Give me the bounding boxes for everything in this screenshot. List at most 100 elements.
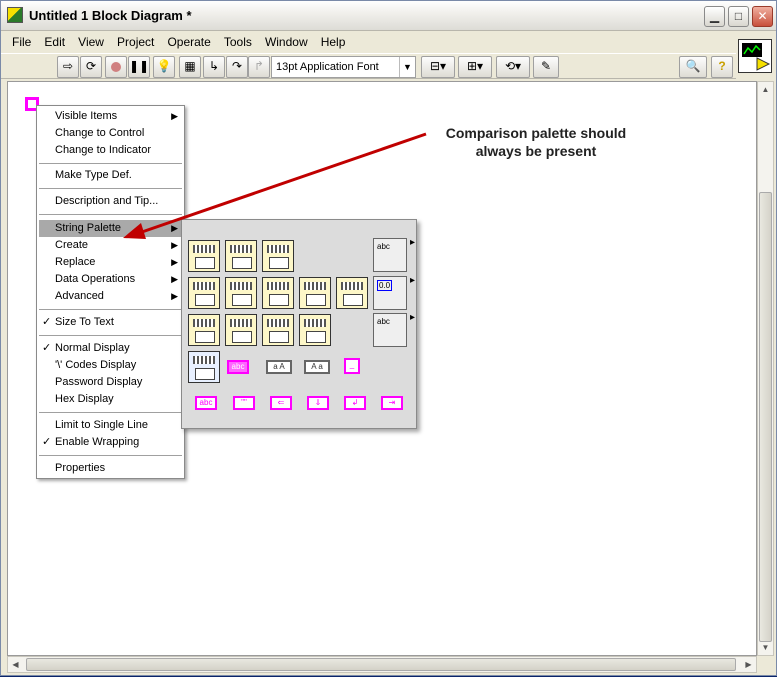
format-date-time-icon[interactable] xyxy=(336,277,368,309)
menu-edit[interactable]: Edit xyxy=(39,32,70,52)
match-regex-icon[interactable] xyxy=(299,277,331,309)
menu-item-visible-items[interactable]: Visible Items ▶ xyxy=(39,108,182,125)
sub-palette-additional-string-functions[interactable]: abc xyxy=(373,237,415,272)
step-over-icon[interactable]: ↷ xyxy=(226,56,248,78)
menu-item-label: Advanced xyxy=(55,290,104,302)
vertical-scroll-thumb[interactable] xyxy=(759,192,772,642)
maximize-button[interactable]: □ xyxy=(728,6,749,27)
clean-up-diagram-icon[interactable]: ✎ xyxy=(533,56,559,78)
menu-item-make-type-def[interactable]: Make Type Def. xyxy=(39,167,182,184)
sub-palette-label: 0.0 xyxy=(377,280,393,291)
menu-item-data-operations[interactable]: Data Operations ▶ xyxy=(39,271,182,288)
annotation-text: Comparison palette should always be pres… xyxy=(416,124,656,160)
checkmark-icon: ✓ xyxy=(42,316,52,328)
labview-vi-icon xyxy=(7,7,23,23)
string-length-icon[interactable] xyxy=(188,240,220,272)
sub-palette-string-number-conversion[interactable]: 0.0 xyxy=(373,275,415,310)
step-out-icon[interactable]: ↱ xyxy=(248,56,270,78)
menu-separator xyxy=(39,188,182,189)
string-constant-icon[interactable]: abc xyxy=(195,396,217,410)
to-upper-case-small-icon[interactable]: A a xyxy=(304,360,330,374)
menu-item-codes-display[interactable]: '\' Codes Display xyxy=(39,357,182,374)
submenu-arrow-icon: ▶ xyxy=(171,223,178,233)
carriage-return-icon[interactable]: ⇐ xyxy=(270,396,292,410)
vi-connector-icon[interactable] xyxy=(738,39,772,73)
menu-item-size-to-text[interactable]: ✓ Size To Text xyxy=(39,314,182,331)
spreadsheet-string-icon[interactable] xyxy=(299,314,331,346)
menu-item-label: '\' Codes Display xyxy=(55,359,137,371)
menu-item-normal-display[interactable]: ✓ Normal Display xyxy=(39,340,182,357)
annotation-line-2: always be present xyxy=(475,143,597,159)
menu-help[interactable]: Help xyxy=(316,32,351,52)
menu-item-properties[interactable]: Properties xyxy=(39,460,182,477)
menu-window[interactable]: Window xyxy=(260,32,313,52)
menu-item-label: String Palette xyxy=(55,222,122,234)
menu-operate[interactable]: Operate xyxy=(162,32,215,52)
menu-item-replace[interactable]: Replace ▶ xyxy=(39,254,182,271)
vertical-scrollbar[interactable]: ▲ ▼ xyxy=(757,81,774,656)
menu-item-label: Normal Display xyxy=(55,342,130,354)
menu-item-limit-to-single-line[interactable]: Limit to Single Line xyxy=(39,417,182,434)
menu-item-change-to-control[interactable]: Change to Control xyxy=(39,125,182,142)
sub-palette-string-array-path-conversion[interactable]: abc xyxy=(373,312,415,347)
line-feed-icon[interactable]: ⇓ xyxy=(307,396,329,410)
end-of-line-icon[interactable]: ↲ xyxy=(344,396,366,410)
step-into-icon[interactable]: ↳ xyxy=(203,56,225,78)
horizontal-scroll-thumb[interactable] xyxy=(26,658,736,671)
tab-constant-icon[interactable]: ⇥ xyxy=(381,396,403,410)
match-pattern-icon[interactable] xyxy=(262,277,294,309)
minimize-button[interactable]: ▁ xyxy=(704,6,725,27)
run-arrow-icon[interactable]: ⇨ xyxy=(57,56,79,78)
menu-project[interactable]: Project xyxy=(112,32,159,52)
concatenate-strings-icon[interactable] xyxy=(225,240,257,272)
scroll-up-icon[interactable]: ▲ xyxy=(758,82,773,97)
build-text-icon[interactable] xyxy=(262,314,294,346)
pause-icon[interactable]: ❚❚ xyxy=(128,56,150,78)
menu-view[interactable]: View xyxy=(73,32,109,52)
menu-separator xyxy=(39,163,182,164)
menu-item-advanced[interactable]: Advanced ▶ xyxy=(39,288,182,305)
to-lower-case-icon[interactable]: a A xyxy=(266,360,292,374)
distribute-objects-icon[interactable]: ⊞▾ xyxy=(458,56,492,78)
replace-substring-icon[interactable] xyxy=(188,277,220,309)
string-subset-icon[interactable] xyxy=(262,240,294,272)
help-icon[interactable]: ? xyxy=(711,56,733,78)
submenu-arrow-icon: ▶ xyxy=(171,111,178,121)
menu-item-change-to-indicator[interactable]: Change to Indicator xyxy=(39,142,182,159)
to-upper-case-icon[interactable] xyxy=(188,351,220,383)
menu-item-string-palette[interactable]: String Palette ▶ xyxy=(39,220,182,237)
menu-separator xyxy=(39,214,182,215)
search-icon[interactable]: 🔍 xyxy=(679,56,707,78)
menu-item-description-and-tip[interactable]: Description and Tip... xyxy=(39,193,182,210)
menu-item-label: Enable Wrapping xyxy=(55,436,140,448)
string-control-icon[interactable]: abc xyxy=(227,360,249,374)
search-and-replace-icon[interactable] xyxy=(225,277,257,309)
menu-item-label: Data Operations xyxy=(55,273,136,285)
abort-icon[interactable] xyxy=(105,56,127,78)
menu-file[interactable]: File xyxy=(7,32,36,52)
title-bar[interactable]: Untitled 1 Block Diagram * ▁ □ ✕ xyxy=(1,1,776,31)
sub-palette-label: abc xyxy=(377,317,390,326)
align-objects-icon[interactable]: ⊟▾ xyxy=(421,56,455,78)
run-continuously-icon[interactable]: ⟳ xyxy=(80,56,102,78)
menu-item-hex-display[interactable]: Hex Display xyxy=(39,391,182,408)
empty-string-icon[interactable]: "" xyxy=(233,396,255,410)
menu-item-password-display[interactable]: Password Display xyxy=(39,374,182,391)
menu-item-label: Create xyxy=(55,239,89,251)
menu-item-enable-wrapping[interactable]: ✓ Enable Wrapping xyxy=(39,434,182,451)
highlight-execution-icon[interactable]: 💡 xyxy=(153,56,175,78)
close-button[interactable]: ✕ xyxy=(752,6,773,27)
scroll-down-icon[interactable]: ▼ xyxy=(758,640,773,655)
sub-palette-label: abc xyxy=(377,242,390,251)
scan-from-string-icon[interactable] xyxy=(188,314,220,346)
menu-item-create[interactable]: Create ▶ xyxy=(39,237,182,254)
horizontal-scrollbar[interactable]: ◀ ▶ xyxy=(7,656,757,673)
scroll-left-icon[interactable]: ◀ xyxy=(8,657,23,672)
menu-tools[interactable]: Tools xyxy=(219,32,257,52)
scroll-right-icon[interactable]: ▶ xyxy=(741,657,756,672)
font-select[interactable]: 13pt Application Font ▼ xyxy=(271,56,416,78)
format-into-string-icon[interactable] xyxy=(225,314,257,346)
retain-wire-values-icon[interactable]: ▦ xyxy=(179,56,201,78)
reorder-icon[interactable]: ⟲▾ xyxy=(496,56,530,78)
empty-string-constant-icon[interactable]: _ xyxy=(344,358,360,374)
